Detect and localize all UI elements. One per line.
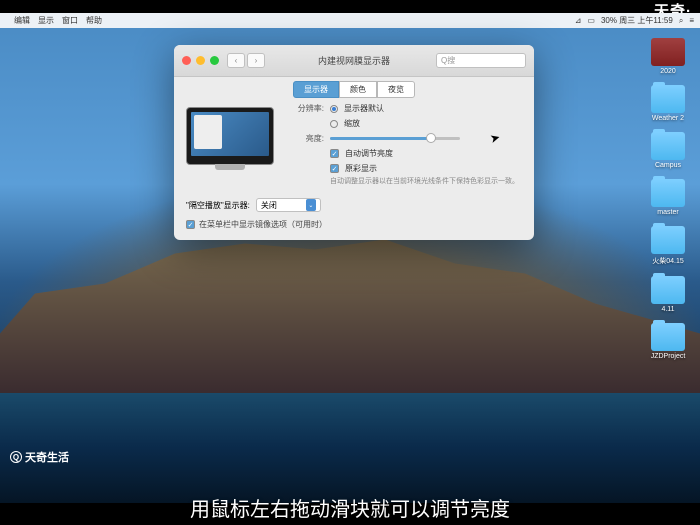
- brightness-label: 亮度:: [286, 133, 324, 144]
- desktop-item[interactable]: 4.11: [644, 276, 692, 313]
- tab-display[interactable]: 显示器: [293, 81, 339, 98]
- menubar-option-label: 在菜单栏中显示镜像选项（可用时）: [199, 219, 327, 230]
- desktop-item[interactable]: 火柴04.15: [644, 226, 692, 266]
- display-preferences-window: ‹ › 内建视网膜显示器 Q搜 显示器 颜色 夜览 分辨率: 显示器默认: [174, 45, 534, 240]
- truetone-checkbox[interactable]: ✓: [330, 164, 339, 173]
- desktop-item[interactable]: Weather 2: [644, 85, 692, 122]
- forward-button[interactable]: ›: [247, 53, 265, 68]
- chevron-down-icon: ⌄: [306, 199, 316, 211]
- menu-edit[interactable]: 编辑: [14, 15, 30, 26]
- tab-nightshift[interactable]: 夜览: [377, 81, 415, 98]
- zoom-icon[interactable]: [210, 56, 219, 65]
- truetone-hint: 自动调整显示器以在当前环境光线条件下保持色彩显示一致。: [330, 178, 522, 186]
- desktop-item[interactable]: Campus: [644, 132, 692, 169]
- airplay-label: "隔空播放"显示器:: [186, 200, 250, 211]
- minimize-icon[interactable]: [196, 56, 205, 65]
- tab-color[interactable]: 颜色: [339, 81, 377, 98]
- monitor-preview: [186, 107, 274, 165]
- brightness-slider[interactable]: [330, 137, 460, 140]
- menubar: 编辑 显示 窗口 帮助 ⊿ ▭ 30% 周三 上午11:59 ⌕ ≡: [0, 13, 700, 28]
- desktop-item[interactable]: JZDProject: [644, 323, 692, 360]
- desktop-item[interactable]: master: [644, 179, 692, 216]
- menu-view[interactable]: 显示: [38, 15, 54, 26]
- status-text: 30% 周三 上午11:59: [601, 15, 673, 26]
- titlebar[interactable]: ‹ › 内建视网膜显示器 Q搜: [174, 45, 534, 77]
- close-icon[interactable]: [182, 56, 191, 65]
- spotlight-icon[interactable]: ⌕: [679, 16, 683, 26]
- video-caption: 用鼠标左右拖动滑块就可以调节亮度: [190, 493, 510, 522]
- search-input[interactable]: Q搜: [436, 53, 526, 68]
- radio-scaled[interactable]: [330, 120, 338, 128]
- wifi-icon[interactable]: ⊿: [575, 16, 582, 25]
- window-title: 内建视网膜显示器: [318, 54, 390, 67]
- radio-default[interactable]: [330, 105, 338, 113]
- desktop-item[interactable]: 2020: [644, 38, 692, 75]
- menu-window[interactable]: 窗口: [62, 15, 78, 26]
- brand-logo-icon: Q: [10, 451, 22, 463]
- notification-icon[interactable]: ≡: [689, 16, 694, 25]
- menubar-mirror-checkbox[interactable]: ✓: [186, 220, 195, 229]
- resolution-label: 分辨率:: [286, 103, 324, 114]
- slider-thumb[interactable]: [426, 133, 436, 143]
- brand-bottom-left: Q 天奇生活: [10, 449, 69, 465]
- back-button[interactable]: ‹: [227, 53, 245, 68]
- auto-brightness-checkbox[interactable]: ✓: [330, 149, 339, 158]
- desktop-icons: 2020 Weather 2 Campus master 火柴04.15 4.1…: [644, 38, 692, 360]
- battery-icon[interactable]: ▭: [587, 16, 595, 25]
- airplay-select[interactable]: 关闭 ⌄: [256, 198, 321, 212]
- menu-help[interactable]: 帮助: [86, 15, 102, 26]
